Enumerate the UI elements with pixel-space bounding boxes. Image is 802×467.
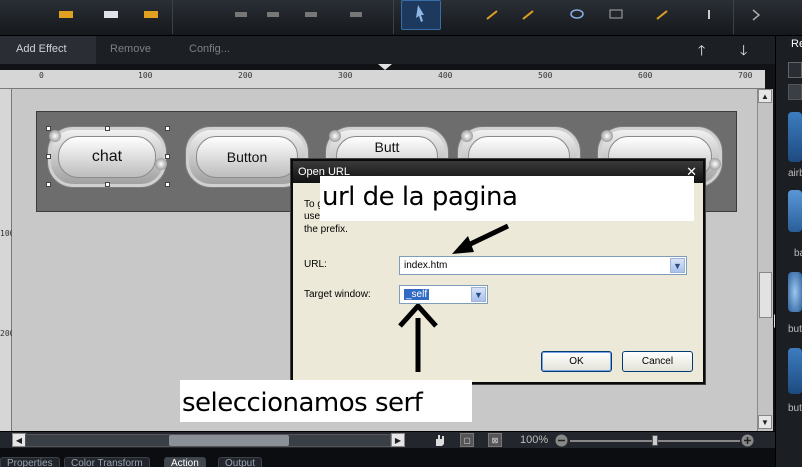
ruler-label: 300 xyxy=(338,71,353,80)
select-tool-button[interactable] xyxy=(401,0,441,30)
panel-toolbar-button[interactable] xyxy=(788,84,802,100)
remove-effect-button[interactable]: Remove xyxy=(110,43,151,55)
selection-handle[interactable] xyxy=(46,126,51,131)
tool-icon[interactable] xyxy=(100,0,122,30)
ruler-label: 200 xyxy=(238,71,253,80)
vertical-ruler: 100 200 xyxy=(0,89,14,431)
scroll-left-icon[interactable]: ◀ xyxy=(12,433,26,447)
zoom-in-icon[interactable] xyxy=(741,434,754,447)
selection-handle[interactable] xyxy=(165,126,170,131)
horizontal-ruler: 0 100 200 300 400 500 600 700 xyxy=(0,70,765,89)
url-input[interactable]: index.htm xyxy=(404,260,447,271)
bolt-icon xyxy=(709,158,721,170)
tab-color-transform[interactable]: Color Transform xyxy=(64,457,150,467)
zoom-out-icon[interactable] xyxy=(555,434,568,447)
resource-thumbnail-ba[interactable] xyxy=(788,190,802,232)
resources-panel-title: Re xyxy=(791,38,802,50)
resource-thumbnail-but[interactable] xyxy=(788,272,802,312)
vertical-scrollbar[interactable]: ▲ ▼ xyxy=(757,89,773,431)
scroll-down-icon[interactable]: ▼ xyxy=(758,415,772,429)
ruler-label: 0 xyxy=(39,71,44,80)
annotation-text: seleccionamos serf xyxy=(182,388,423,418)
annotation-url-note: url de la pagina xyxy=(320,176,694,221)
selection-handle[interactable] xyxy=(165,182,170,187)
panel-search-field[interactable] xyxy=(788,62,802,78)
selection-handle[interactable] xyxy=(105,126,110,131)
selection-handle[interactable] xyxy=(46,182,51,187)
scroll-up-icon[interactable]: ▲ xyxy=(758,89,772,103)
annotation-target-note: seleccionamos serf xyxy=(180,380,472,422)
ruler-label: 600 xyxy=(638,71,653,80)
tool-icon[interactable] xyxy=(345,0,367,30)
arrow-annotation-icon xyxy=(398,304,438,372)
target-window-label: Target window: xyxy=(304,289,371,300)
annotation-text: url de la pagina xyxy=(322,182,518,212)
scroll-right-icon[interactable]: ▶ xyxy=(391,433,405,447)
bolt-icon xyxy=(461,130,473,142)
pencil-tool-icon[interactable] xyxy=(518,0,540,30)
tool-icon[interactable] xyxy=(140,0,162,30)
tab-output[interactable]: Output xyxy=(218,457,263,467)
horizontal-scrollbar[interactable] xyxy=(25,434,391,447)
hand-tool-icon[interactable] xyxy=(432,433,446,447)
chat-button-label: chat xyxy=(58,136,156,178)
tab-properties[interactable]: Properties xyxy=(0,457,60,467)
target-window-value[interactable]: _self xyxy=(404,289,430,300)
resource-label: but xyxy=(788,324,802,335)
target-window-select[interactable]: _self ▼ xyxy=(399,285,488,304)
dialog-description: the prefix. xyxy=(304,224,348,235)
ruler-label: 400 xyxy=(438,71,453,80)
resource-thumbnail-airbrush[interactable] xyxy=(788,112,802,162)
selection-handle[interactable] xyxy=(165,154,170,159)
zoom-level: 100% xyxy=(520,434,549,446)
brush-tool-icon[interactable] xyxy=(652,0,674,30)
main-toolbar xyxy=(0,0,802,36)
vertical-scroll-thumb[interactable] xyxy=(759,272,772,318)
move-down-icon[interactable]: 🡓 xyxy=(740,40,747,64)
more-tools-icon[interactable] xyxy=(745,0,767,30)
move-up-icon[interactable]: 🡑 xyxy=(698,40,705,64)
tab-action[interactable]: Action xyxy=(164,457,206,467)
text-tool-icon[interactable] xyxy=(698,0,720,30)
add-effect-button[interactable]: Add Effect xyxy=(0,36,96,64)
bolt-icon xyxy=(155,158,167,170)
ok-button[interactable]: OK xyxy=(541,351,612,372)
resource-thumbnail-butt[interactable] xyxy=(788,348,802,394)
bolt-icon xyxy=(601,130,613,142)
zoom-slider-knob[interactable] xyxy=(652,435,658,446)
ruler-label: 700 xyxy=(738,71,753,80)
arrow-annotation-icon xyxy=(452,223,510,254)
ruler-label: 100 xyxy=(138,71,153,80)
url-label: URL: xyxy=(304,259,327,270)
horizontal-scroll-bar: ◀ ▶ ▢ ⊠ 100% xyxy=(0,431,775,448)
rect-tool-icon[interactable] xyxy=(605,0,627,30)
selection-handle[interactable] xyxy=(46,154,51,159)
chat-button[interactable]: chat xyxy=(47,126,167,188)
bottom-tab-bar: Properties Color Transform Action Output xyxy=(0,448,802,467)
add-effect-label: Add Effect xyxy=(16,43,67,55)
pen-tool-icon[interactable] xyxy=(482,0,504,30)
ellipse-tool-icon[interactable] xyxy=(566,0,588,30)
button-symbol-label: Button xyxy=(196,136,298,178)
cancel-button[interactable]: Cancel xyxy=(622,351,693,372)
app-window: Add Effect Remove Config... 🡑 🡓 0 100 20… xyxy=(0,0,802,467)
url-combo[interactable]: index.htm ▼ xyxy=(399,256,687,275)
resource-label: airb xyxy=(788,168,802,179)
fit-selection-icon[interactable]: ⊠ xyxy=(488,433,502,447)
fit-page-icon[interactable]: ▢ xyxy=(460,433,474,447)
tool-icon[interactable] xyxy=(300,0,322,30)
selection-handle[interactable] xyxy=(105,182,110,187)
tool-icon[interactable] xyxy=(230,0,252,30)
bolt-icon xyxy=(329,130,341,142)
config-effect-button[interactable]: Config... xyxy=(189,43,230,55)
tool-icon[interactable] xyxy=(55,0,77,30)
chevron-down-icon[interactable]: ▼ xyxy=(471,287,486,302)
bolt-icon xyxy=(49,130,61,142)
horizontal-scroll-thumb[interactable] xyxy=(169,435,289,446)
resource-label: ba xyxy=(794,248,802,259)
ruler-label: 500 xyxy=(538,71,553,80)
tool-icon[interactable] xyxy=(262,0,284,30)
chevron-down-icon[interactable]: ▼ xyxy=(670,258,685,273)
resource-label: butt xyxy=(788,403,802,414)
